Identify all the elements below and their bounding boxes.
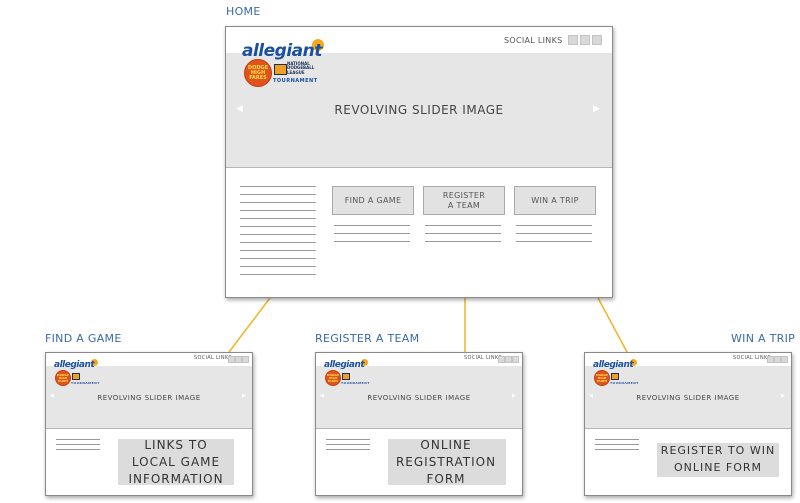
slider-text: REVOLVING SLIDER IMAGE — [367, 394, 471, 402]
social-icon-2[interactable] — [580, 35, 590, 45]
logo-wordmark: allegiant — [324, 360, 365, 370]
tournament-label: TOURNAMENT — [610, 381, 639, 385]
social-icon-3[interactable] — [242, 356, 249, 363]
register-a-team-wireframe: SOCIAL LINKS REVOLVING SLIDER IMAGE ◀ ▶ … — [315, 352, 523, 496]
dodge-high-fares-seal: DODGE HIGH FARES — [244, 59, 272, 87]
social-icon-2[interactable] — [774, 356, 781, 363]
social-icon-1[interactable] — [568, 35, 578, 45]
find-a-game-wireframe: SOCIAL LINKS REVOLVING SLIDER IMAGE ◀ ▶ … — [45, 352, 253, 496]
league-shield-icon — [72, 373, 80, 380]
find-a-game-button[interactable]: FIND A GAME — [332, 186, 414, 215]
slider-text: REVOLVING SLIDER IMAGE — [636, 394, 740, 402]
text-line — [326, 439, 370, 440]
label-find-a-game: FIND A GAME — [45, 332, 122, 345]
social-icon-3[interactable] — [512, 356, 519, 363]
social-icon-3[interactable] — [592, 35, 602, 45]
slider-next-icon[interactable]: ▶ — [242, 394, 246, 399]
slider-text: REVOLVING SLIDER IMAGE — [334, 103, 504, 117]
dodge-high-fares-seal: DODGE HIGH FARES — [55, 370, 71, 386]
text-line — [240, 242, 316, 243]
home-wireframe: SOCIAL LINKS REVOLVING SLIDER IMAGE ◀ ▶ … — [225, 26, 613, 298]
text-line — [240, 226, 316, 227]
connector-win-a-trip — [597, 297, 628, 353]
social-icon-1[interactable] — [767, 356, 774, 363]
text-line — [334, 241, 410, 242]
slider-prev-icon[interactable]: ◀ — [320, 394, 324, 399]
text-line — [240, 250, 316, 251]
tournament-label: TOURNAMENT — [341, 381, 370, 385]
text-line — [240, 194, 316, 195]
logo[interactable]: allegiant DODGE HIGH FARES TOURNAMENT — [53, 359, 103, 389]
social-icon-1[interactable] — [498, 356, 505, 363]
slider-prev-icon[interactable]: ◀ — [50, 394, 54, 399]
subpage-content-text: LINKS TO LOCAL GAME INFORMATION — [128, 438, 224, 486]
subpage-content-text: ONLINE REGISTRATION FORM — [395, 438, 497, 486]
dodge-high-fares-seal: DODGE HIGH FARES — [594, 370, 610, 386]
dodge-high-fares-seal: DODGE HIGH FARES — [325, 370, 341, 386]
register-a-team-button[interactable]: REGISTER A TEAM — [423, 186, 505, 215]
league-name: NATIONAL DODGEBALL LEAGUE — [287, 61, 315, 75]
text-line — [240, 202, 316, 203]
league-shield-icon — [274, 64, 287, 75]
text-line — [595, 439, 639, 440]
text-line — [56, 439, 100, 440]
label-home: HOME — [226, 5, 261, 18]
text-line — [56, 449, 100, 450]
text-line — [595, 449, 639, 450]
text-line — [240, 218, 316, 219]
logo-wordmark: allegiant — [242, 41, 322, 61]
win-a-trip-button[interactable]: WIN A TRIP — [514, 186, 596, 215]
tournament-label: TOURNAMENT — [273, 78, 318, 84]
text-line — [516, 225, 592, 226]
social-icon-2[interactable] — [235, 356, 242, 363]
text-line — [56, 444, 100, 445]
text-line — [240, 274, 316, 275]
slider-next-icon[interactable]: ▶ — [781, 394, 785, 399]
social-links-label[interactable]: SOCIAL LINKS — [733, 355, 771, 361]
text-line — [425, 241, 501, 242]
text-line — [240, 186, 316, 187]
subpage-content-text: REGISTER TO WIN ONLINE FORM — [660, 444, 776, 474]
logo[interactable]: allegiant DODGE HIGH FARES TOURNAMENT — [592, 359, 642, 389]
label-register-a-team: REGISTER A TEAM — [315, 332, 420, 345]
slider-text: REVOLVING SLIDER IMAGE — [97, 394, 201, 402]
text-line — [326, 444, 370, 445]
text-line — [326, 449, 370, 450]
social-links-label[interactable]: SOCIAL LINKS — [194, 355, 232, 361]
league-shield-icon — [611, 373, 619, 380]
win-a-trip-wireframe: SOCIAL LINKS REVOLVING SLIDER IMAGE ◀ ▶ … — [584, 352, 792, 496]
text-line — [240, 258, 316, 259]
social-links-label[interactable]: SOCIAL LINKS — [464, 355, 502, 361]
text-line — [516, 241, 592, 242]
text-line — [240, 210, 316, 211]
slider-next-icon[interactable]: ▶ — [593, 105, 600, 114]
social-icon-1[interactable] — [228, 356, 235, 363]
text-line — [425, 233, 501, 234]
league-shield-icon — [342, 373, 350, 380]
text-line — [425, 225, 501, 226]
tournament-label: TOURNAMENT — [71, 381, 100, 385]
text-line — [595, 444, 639, 445]
slider-prev-icon[interactable]: ◀ — [589, 394, 593, 399]
text-line — [240, 234, 316, 235]
connector-find-a-game — [228, 297, 271, 353]
social-icon-3[interactable] — [781, 356, 788, 363]
text-line — [240, 266, 316, 267]
logo[interactable]: allegiant DODGE HIGH FARES TOURNAMENT — [323, 359, 373, 389]
logo-wordmark: allegiant — [54, 360, 95, 370]
text-line — [334, 233, 410, 234]
logo[interactable]: allegiant DODGE HIGH FARES NATIONAL DODG… — [240, 39, 330, 89]
slider-next-icon[interactable]: ▶ — [512, 394, 516, 399]
text-line — [334, 225, 410, 226]
logo-wordmark: allegiant — [593, 360, 634, 370]
label-win-a-trip: WIN A TRIP — [731, 332, 796, 345]
social-links-label[interactable]: SOCIAL LINKS — [504, 36, 563, 45]
text-line — [516, 233, 592, 234]
social-icon-2[interactable] — [505, 356, 512, 363]
slider-prev-icon[interactable]: ◀ — [236, 105, 243, 114]
